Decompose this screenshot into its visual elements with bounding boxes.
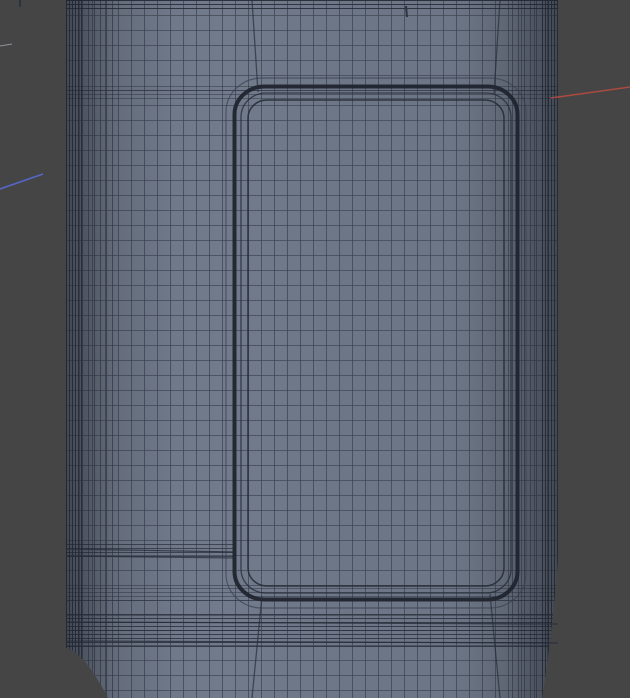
edge-loop-band-bottom-rim <box>66 614 558 648</box>
z-axis-line <box>0 173 44 190</box>
silhouette-contours-left-inner <box>82 0 114 698</box>
edge-loop-band-panel-bottom <box>66 588 558 604</box>
silhouette-contours-right-outer <box>542 0 558 698</box>
edge-loop-band-upper <box>66 86 558 102</box>
x-axis-line <box>550 86 630 99</box>
edge-loop-band-top-rim <box>66 0 558 10</box>
wireframe-horizontal-lines <box>66 0 558 698</box>
left-edge-tick-mark <box>0 43 13 47</box>
silhouette-contours-left-outer <box>66 0 82 698</box>
edge-loop-band-left-mid <box>66 544 234 560</box>
cylinder-curvature-shading <box>66 0 558 698</box>
viewport-canvas[interactable] <box>0 0 630 698</box>
silhouette-contours-right-inner <box>512 0 542 698</box>
wireframe-vertical-lines <box>66 0 558 698</box>
mesh-object[interactable] <box>66 0 558 698</box>
